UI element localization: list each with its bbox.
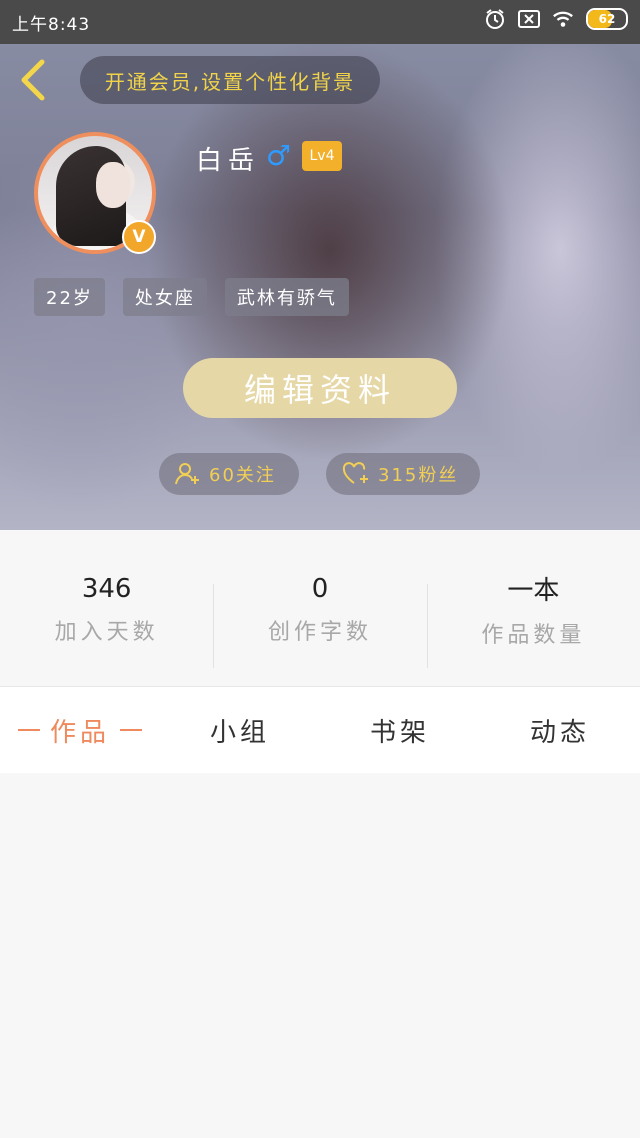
fans-label: 315粉丝 (378, 465, 459, 486)
fans-button[interactable]: 315粉丝 (326, 453, 480, 495)
stat-days: 346 加入天数 (0, 530, 213, 685)
stat-works: 一本 作品数量 (426, 530, 640, 685)
stat-days-value: 346 (81, 573, 132, 604)
profile-tabs: 作品 小组 书架 动态 (0, 686, 640, 774)
username: 白岳 (196, 146, 261, 176)
stats-bar: 346 加入天数 0 创作字数 一本 作品数量 (0, 530, 640, 685)
level-badge: Lv4 (302, 141, 342, 171)
tab-works-label: 作品 (49, 717, 110, 748)
wifi-icon (552, 8, 574, 30)
profile-tags: 22岁 处女座 武林有骄气 (34, 278, 349, 316)
status-bar: 上午8:43 62 (0, 0, 640, 44)
vip-badge: V (122, 220, 156, 254)
tab-works[interactable]: 作品 (0, 687, 160, 773)
edit-profile-button[interactable]: 编辑资料 (183, 358, 457, 418)
tab-activity-label: 动态 (529, 717, 590, 748)
stat-works-label: 作品数量 (481, 623, 586, 648)
heart-plus-icon (342, 462, 368, 484)
status-time: 上午8:43 (12, 15, 91, 35)
male-gender-icon: ♂ (266, 139, 292, 172)
add-user-icon (175, 463, 199, 485)
no-sim-icon (518, 8, 540, 30)
stat-works-value: 一本 (507, 576, 560, 606)
tag-zodiac: 处女座 (122, 278, 207, 316)
stat-days-label: 加入天数 (54, 619, 159, 645)
tab-activity[interactable]: 动态 (480, 687, 640, 773)
following-button[interactable]: 60关注 (159, 453, 299, 495)
stat-words: 0 创作字数 (213, 530, 426, 685)
stat-words-label: 创作字数 (267, 619, 372, 645)
following-label: 60关注 (209, 465, 276, 486)
tag-custom: 武林有骄气 (224, 278, 349, 316)
vip-background-banner[interactable]: 开通会员,设置个性化背景 (80, 56, 380, 104)
status-icons: 62 (484, 8, 628, 30)
stat-words-value: 0 (311, 573, 329, 604)
battery-indicator: 62 (586, 8, 628, 30)
alarm-icon (484, 8, 506, 30)
tab-content-area (0, 773, 640, 1138)
tab-groups[interactable]: 小组 (160, 687, 320, 773)
tab-groups-label: 小组 (209, 717, 270, 748)
tab-bookshelf[interactable]: 书架 (320, 687, 480, 773)
battery-percent: 62 (598, 12, 616, 26)
back-button[interactable] (14, 56, 54, 104)
tab-bookshelf-label: 书架 (369, 717, 430, 748)
back-arrow-icon (21, 59, 45, 101)
tag-age: 22岁 (34, 278, 105, 316)
